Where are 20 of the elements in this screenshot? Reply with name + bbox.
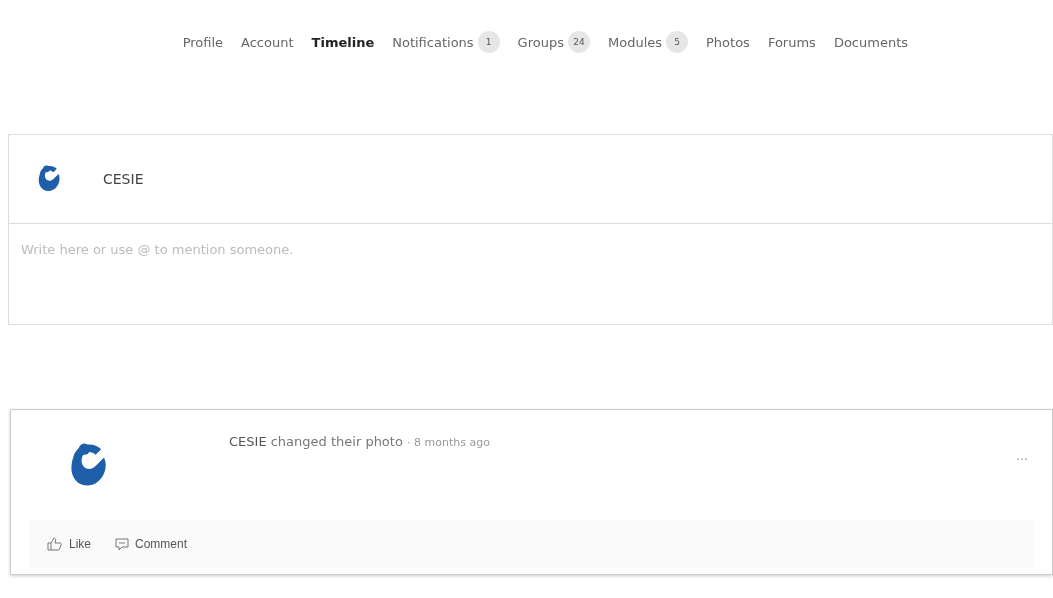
count-badge: 24	[567, 31, 590, 53]
nav-tab[interactable]: Forums	[767, 23, 816, 61]
like-button[interactable]: Like	[47, 537, 91, 551]
nav-tab[interactable]: Photos	[706, 23, 750, 61]
count-badge: 1	[477, 31, 500, 53]
activity-text: CESIE changed their photo · 8 months ago	[229, 434, 491, 449]
count-badge: 5	[666, 31, 688, 53]
nav-tab[interactable]: Groups 24	[517, 23, 590, 61]
nav-tab[interactable]: Documents	[833, 23, 908, 61]
post-input[interactable]: Write here or use @ to mention someone.	[8, 224, 1053, 325]
nav-tab[interactable]: Modules 5	[607, 23, 688, 61]
user-name: CESIE	[103, 171, 144, 187]
nav-tab[interactable]: Account	[241, 23, 294, 61]
nav-tab[interactable]: Timeline	[311, 23, 375, 61]
speech-bubble-icon	[115, 537, 129, 551]
nav-tab[interactable]: Profile	[182, 23, 224, 61]
comment-button[interactable]: Comment	[115, 537, 188, 551]
author-link[interactable]: CESIE	[229, 434, 267, 449]
thumbs-up-icon	[47, 537, 63, 551]
nav-tab[interactable]: Notifications 1	[392, 23, 500, 61]
